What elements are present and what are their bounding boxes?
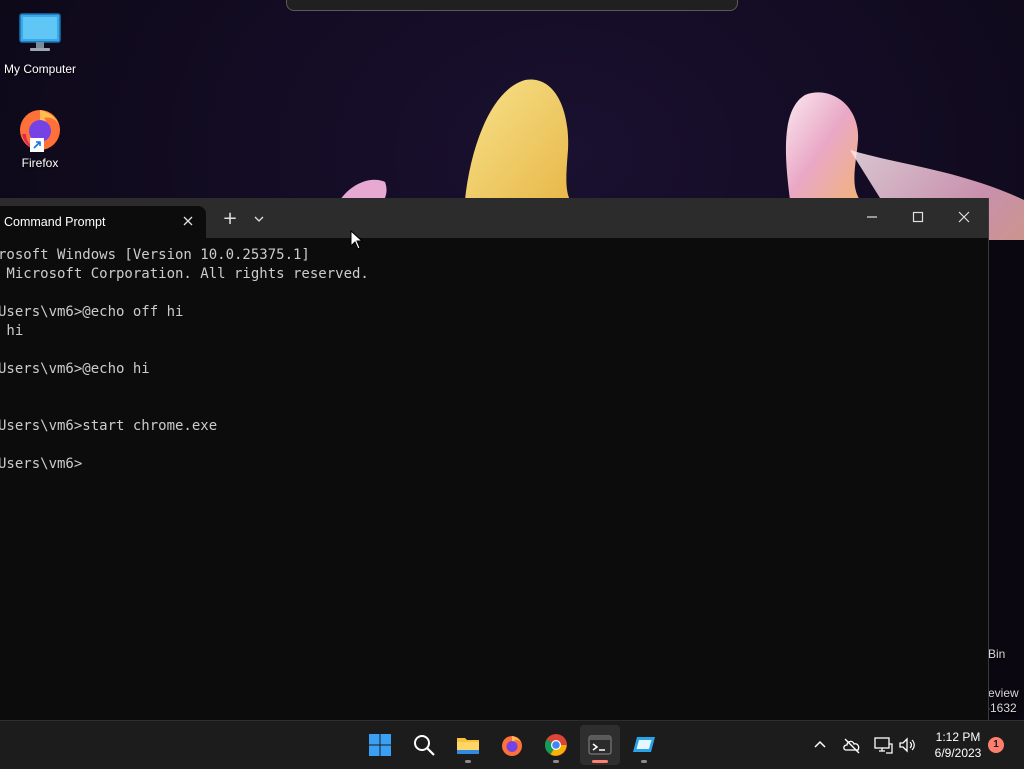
terminal-icon — [588, 735, 612, 755]
firefox-icon — [16, 104, 64, 152]
clock-time: 1:12 PM — [935, 730, 981, 744]
chrome-icon — [545, 734, 567, 756]
terminal-output[interactable]: rosoft Windows [Version 10.0.25375.1] Mi… — [0, 246, 988, 716]
onedrive-offline-icon[interactable] — [842, 735, 862, 755]
firefox-icon — [502, 736, 522, 756]
desktop-icon-firefox[interactable]: Firefox — [0, 104, 80, 170]
terminal-line: hi — [0, 323, 24, 339]
maximize-button[interactable] — [904, 206, 932, 228]
monitor-icon — [16, 10, 64, 58]
tab-close-icon[interactable] — [180, 213, 196, 229]
desktop-icon-label: My Computer — [3, 62, 77, 76]
new-tab-button[interactable]: + — [221, 210, 239, 228]
volume-icon[interactable] — [897, 735, 917, 755]
watermark-build-partial: -1632 — [986, 701, 1017, 715]
terminal-line: Users\vm6>@echo off hi — [0, 304, 184, 320]
taskbar-remote-desktop-button[interactable] — [624, 725, 664, 765]
folder-icon — [457, 738, 479, 754]
watermark-text-partial: eview — [988, 686, 1019, 700]
taskbar-firefox-button[interactable] — [492, 725, 532, 765]
taskbar-chrome-button[interactable] — [536, 725, 576, 765]
search-icon — [414, 735, 435, 756]
taskbar-active-indicator — [592, 760, 608, 763]
minimize-button[interactable] — [858, 206, 886, 228]
taskbar: 1:12 PM 6/9/2023 1 — [0, 720, 1024, 769]
terminal-line: Users\vm6>@echo hi — [0, 361, 150, 377]
mouse-cursor-icon — [350, 230, 364, 250]
taskbar-running-indicator — [553, 760, 559, 763]
terminal-line: rosoft Windows [Version 10.0.25375.1] — [0, 247, 310, 263]
network-icon[interactable] — [873, 735, 893, 755]
desktop-icon-label-recycle-bin-partial: Bin — [988, 647, 1006, 661]
chevron-up-icon[interactable] — [810, 735, 830, 755]
shortcut-arrow-icon — [30, 138, 44, 152]
taskbar-start-button[interactable] — [360, 725, 400, 765]
tab-command-prompt[interactable]: Command Prompt — [0, 206, 206, 238]
notification-badge[interactable]: 1 — [988, 737, 1004, 753]
windows-logo-icon — [369, 734, 391, 756]
taskbar-search-button[interactable] — [404, 725, 444, 765]
remote-desktop-icon — [633, 737, 655, 752]
top-overlay-bar — [286, 0, 738, 11]
taskbar-file-explorer-button[interactable] — [448, 725, 488, 765]
terminal-line: Users\vm6>start chrome.exe — [0, 418, 218, 434]
tab-title: Command Prompt — [4, 215, 106, 229]
taskbar-terminal-button[interactable] — [580, 725, 620, 765]
close-button[interactable] — [950, 206, 978, 228]
terminal-prompt-line: Users\vm6> — [0, 456, 83, 472]
taskbar-running-indicator — [465, 760, 471, 763]
desktop-icon-my-computer[interactable]: My Computer — [0, 10, 80, 76]
terminal-window[interactable]: Command Prompt + rosoft Windows [Version… — [0, 198, 989, 720]
clock-date: 6/9/2023 — [934, 746, 982, 760]
terminal-titlebar[interactable]: Command Prompt + — [0, 198, 988, 238]
taskbar-clock[interactable]: 1:12 PM 6/9/2023 — [928, 729, 988, 761]
chevron-down-icon[interactable] — [250, 210, 268, 228]
taskbar-running-indicator — [641, 760, 647, 763]
desktop-icon-label: Firefox — [21, 156, 59, 170]
terminal-line: Microsoft Corporation. All rights reserv… — [0, 266, 369, 282]
